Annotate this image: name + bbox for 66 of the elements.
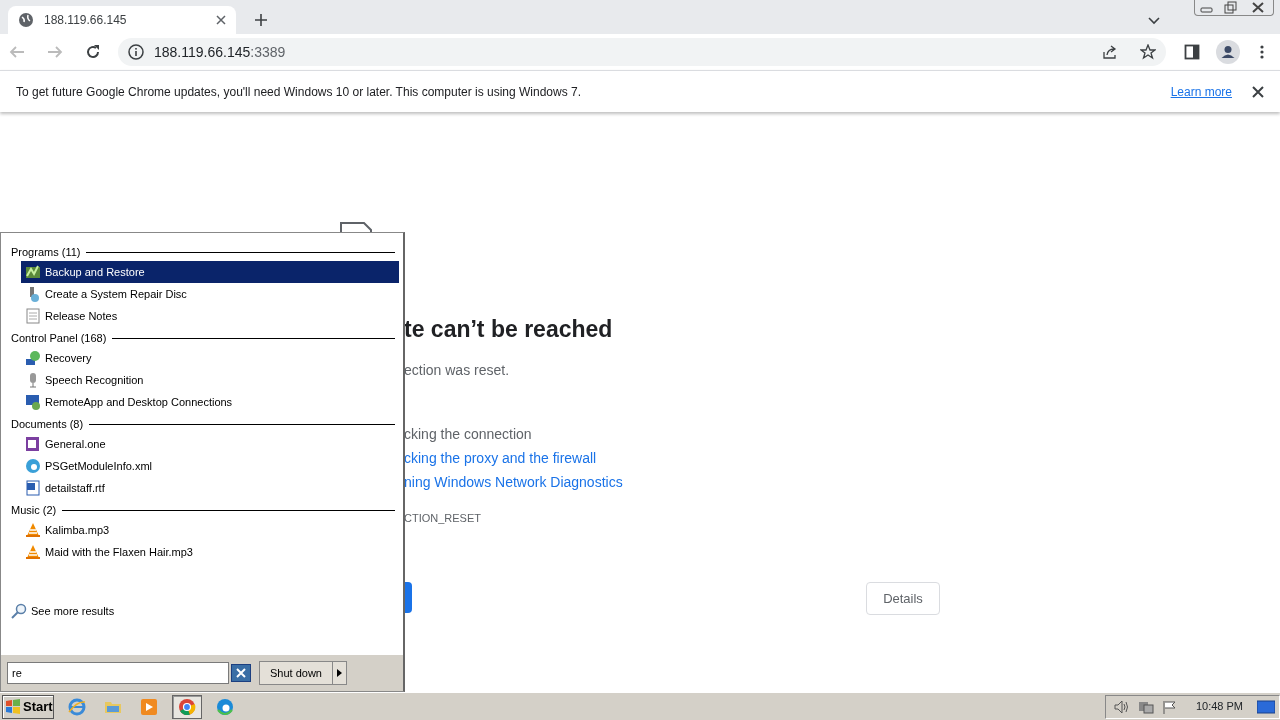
menu-item[interactable]: detailstaff.rtf [21, 477, 399, 499]
info-icon [128, 44, 144, 60]
globe-icon [18, 12, 34, 28]
windows-logo-icon [5, 698, 21, 715]
close-icon[interactable] [1252, 85, 1264, 98]
document-icon [25, 480, 41, 496]
menu-item[interactable]: General.one [21, 433, 399, 455]
see-more-link[interactable]: See more results [11, 603, 399, 620]
share-icon[interactable] [1102, 44, 1118, 60]
traffic-cone-icon [25, 522, 41, 538]
close-icon [236, 668, 246, 678]
infobar-message: To get future Google Chrome updates, you'll need Windows 10 or later. This computer is using Windows 7. [16, 83, 582, 101]
flag-icon[interactable] [1161, 699, 1178, 714]
group-heading: Control Panel (168) [11, 330, 107, 346]
shut-down-button[interactable]: Shut down [259, 661, 333, 685]
address-bar[interactable]: 188.119.66.145:3389 [118, 38, 1166, 66]
browser-tab[interactable]: 188.119.66.145 [8, 6, 236, 34]
menu-icon[interactable] [1258, 44, 1266, 60]
learn-more-link[interactable]: Learn more [1170, 82, 1232, 101]
menu-item[interactable]: Backup and Restore [21, 261, 399, 283]
profile-icon[interactable] [1216, 40, 1240, 64]
backup-icon [25, 264, 41, 280]
details-button[interactable]: Details [866, 582, 940, 615]
page-icon [340, 222, 374, 234]
group-heading: Documents (8) [11, 416, 84, 432]
error-heading: te can’t be reached [404, 315, 613, 344]
group-heading: Music (2) [11, 502, 57, 518]
show-desktop-icon[interactable] [1257, 699, 1275, 714]
menu-item[interactable]: Kalimba.mp3 [21, 519, 399, 541]
suggestion-link[interactable]: ning Windows Network Diagnostics [404, 470, 623, 494]
caret-icon [337, 669, 342, 677]
error-message: ection was reset. [404, 361, 510, 380]
star-icon[interactable] [1140, 44, 1156, 60]
menu-item[interactable]: RemoteApp and Desktop Connections [21, 391, 399, 413]
new-tab-icon[interactable] [254, 13, 268, 27]
traffic-cone-icon [25, 544, 41, 560]
url-text: 188.119.66.145:3389 [154, 42, 286, 62]
chevron-down-icon[interactable] [1148, 17, 1160, 25]
network-icon[interactable] [1137, 699, 1154, 714]
menu-item[interactable]: Release Notes [21, 305, 399, 327]
clear-search-button[interactable] [231, 664, 251, 682]
menu-item[interactable]: Maid with the Flaxen Hair.mp3 [21, 541, 399, 563]
menu-item[interactable]: Speech Recognition [21, 369, 399, 391]
browser-icon [178, 697, 196, 716]
clock[interactable]: 10:48 PM [1195, 698, 1243, 715]
close-icon[interactable] [216, 15, 226, 25]
browser-icon [25, 458, 41, 474]
speaker-icon[interactable] [1113, 699, 1130, 714]
menu-item[interactable]: PSGetModuleInfo.xml [21, 455, 399, 477]
tab-title: 188.119.66.145 [44, 12, 128, 29]
search-field[interactable]: re [7, 662, 229, 684]
suggestion-link[interactable]: cking the proxy and the firewall [404, 446, 623, 470]
browser-icon [68, 697, 86, 716]
document-icon [25, 308, 41, 324]
reload-icon[interactable] [84, 43, 102, 61]
taskbar-button[interactable] [172, 694, 202, 719]
search-icon [11, 603, 27, 620]
media-player-icon [140, 697, 158, 716]
start-button[interactable]: Start [2, 694, 54, 719]
side-panel-icon[interactable] [1184, 44, 1200, 60]
group-heading: Programs (11) [11, 244, 81, 260]
browser-icon [216, 697, 234, 716]
suggestion-text: cking the connection [404, 425, 533, 444]
menu-item[interactable]: Recovery [21, 347, 399, 369]
menu-item[interactable]: Create a System Repair Disc [21, 283, 399, 305]
error-code: CTION_RESET [404, 511, 481, 526]
